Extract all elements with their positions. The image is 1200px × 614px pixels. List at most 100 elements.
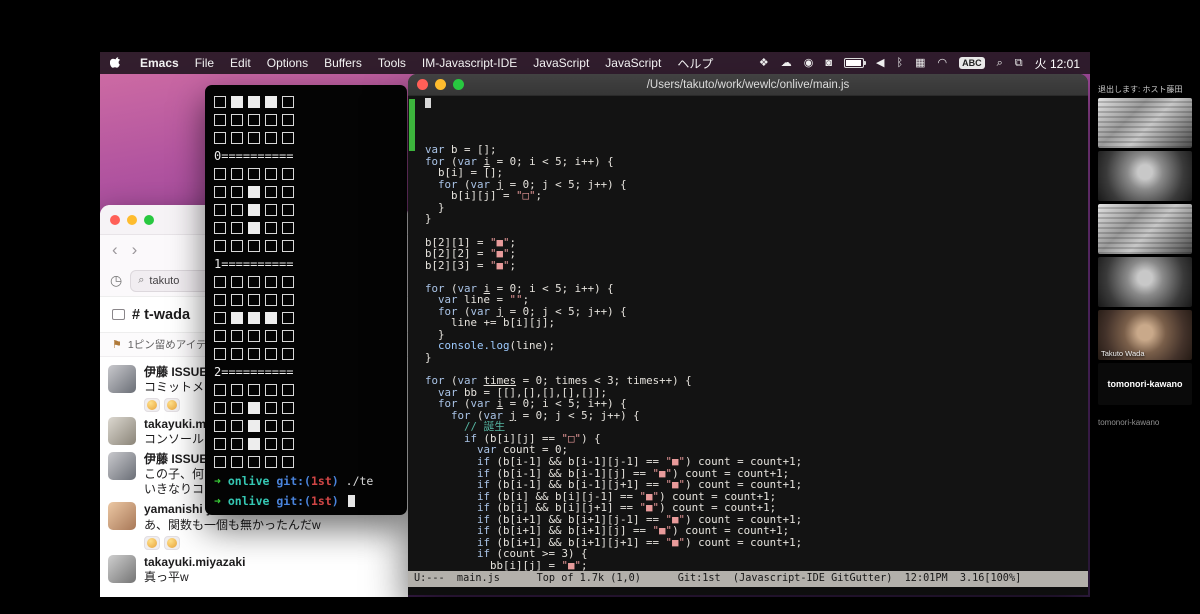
dropbox-icon[interactable]: ❖ (759, 52, 769, 74)
empty-cell (231, 402, 243, 414)
search-icon[interactable]: ⌕ (997, 52, 1003, 74)
cloud-icon[interactable]: ☁ (781, 52, 792, 74)
volume-icon[interactable]: ◀ (876, 52, 884, 74)
filled-cell (248, 438, 260, 450)
generation-label: 0========== (214, 149, 294, 163)
message-text: 真っ平w (144, 570, 189, 584)
participant-tile[interactable] (1098, 257, 1192, 307)
wifi-icon[interactable]: ◠ (937, 52, 947, 74)
code-line: } (425, 200, 445, 214)
input-source-badge[interactable]: ABC (959, 57, 985, 69)
empty-cell (265, 330, 277, 342)
avatar[interactable] (108, 417, 136, 445)
participant-tile[interactable] (1098, 151, 1192, 201)
empty-cell (265, 222, 277, 234)
reaction-emoji[interactable] (164, 398, 180, 412)
control-center-icon[interactable]: ⧉ (1015, 52, 1023, 74)
menu-1[interactable]: File (195, 56, 214, 70)
close-button[interactable] (417, 79, 428, 90)
bluetooth-icon[interactable]: ᛒ (896, 52, 903, 74)
empty-cell (231, 456, 243, 468)
filled-cell (248, 420, 260, 432)
filled-cell (248, 402, 260, 414)
emacs-window[interactable]: /Users/takuto/work/wewlc/onlive/main.js … (408, 74, 1088, 595)
code-area[interactable]: var b = []; for (var i = 0; i < 5; i++) {… (425, 98, 1088, 571)
avatar[interactable] (108, 502, 136, 530)
keyboard-icon[interactable]: ▦ (915, 52, 925, 74)
forward-arrow-icon[interactable]: › (132, 240, 138, 260)
participant-tile[interactable]: tomonori-kawano (1098, 363, 1192, 405)
menu-2[interactable]: Edit (230, 56, 251, 70)
reaction-emoji[interactable] (144, 536, 160, 550)
filled-cell (248, 186, 260, 198)
menu-app[interactable]: Emacs (140, 56, 179, 70)
menu-7[interactable]: JavaScript (533, 56, 589, 70)
scrollbar-thumb[interactable] (409, 99, 415, 151)
terminal-window[interactable]: 0========== 1========== 2========== ➜ onliv… (205, 85, 407, 515)
minimize-button[interactable] (127, 214, 137, 225)
text-cursor (425, 98, 431, 108)
code-line: if (b[i] && b[i][j+1] == "■") count = co… (477, 501, 777, 515)
empty-cell (265, 114, 277, 126)
participant-tile[interactable]: Takuto Wada (1098, 310, 1192, 360)
message-author[interactable]: takayuki.m (144, 417, 206, 431)
shell-prompt[interactable]: ➜ onlive git:(1st) ./te (214, 471, 407, 491)
reaction-row (144, 536, 402, 550)
emacs-buffer[interactable]: var b = []; for (var i = 0; i < 5; i++) {… (408, 96, 1088, 571)
shell-prompt[interactable]: ➜ onlive git:(1st) (214, 491, 407, 511)
empty-cell (231, 276, 243, 288)
message-author[interactable]: takayuki.miyazaki (144, 555, 245, 569)
menubar: Emacs File Edit Options Buffers Tools IM-Javas… (100, 52, 1090, 74)
empty-cell (231, 330, 243, 342)
empty-cell (214, 222, 226, 234)
history-clock-icon[interactable]: ◷ (110, 272, 122, 289)
menubar-clock[interactable]: 火 12:01 (1035, 55, 1080, 72)
minimize-button[interactable] (435, 79, 446, 90)
message-author[interactable]: 伊藤 ISSUE (144, 365, 207, 379)
menu-6[interactable]: IM-Javascript-IDE (422, 56, 517, 70)
empty-cell (248, 240, 260, 252)
empty-cell (214, 186, 226, 198)
empty-cell (248, 330, 260, 342)
menu-4[interactable]: Buffers (324, 56, 362, 70)
shield-icon[interactable]: ◙ (825, 52, 832, 74)
battery-icon[interactable] (844, 58, 866, 68)
empty-cell (231, 420, 243, 432)
emacs-modeline: U:--- main.js Top of 1.7k (1,0) Git:1st … (408, 571, 1088, 587)
menu-5[interactable]: Tools (378, 56, 406, 70)
code-line: b[i][j] = "□"; (425, 189, 543, 203)
avatar[interactable] (108, 365, 136, 393)
channel-name[interactable]: # t-wada (132, 307, 190, 323)
message-author[interactable]: 伊藤 ISSUE (144, 452, 207, 466)
menu-8[interactable]: JavaScript (605, 56, 661, 70)
participant-tile[interactable] (1098, 98, 1192, 148)
host-banner: 退出します: ホスト藤田 (1098, 85, 1183, 94)
empty-cell (214, 402, 226, 414)
empty-cell (282, 312, 294, 324)
participant-tile[interactable] (1098, 204, 1192, 254)
close-button[interactable] (110, 214, 120, 225)
empty-cell (282, 114, 294, 126)
code-line (425, 98, 1088, 110)
reaction-emoji[interactable] (144, 398, 160, 412)
zoom-button[interactable] (144, 214, 154, 225)
avatar[interactable] (108, 452, 136, 480)
code-line: b[2][1] = "■"; (425, 235, 517, 249)
empty-cell (214, 294, 226, 306)
life-grid-row (214, 381, 407, 399)
empty-cell (214, 438, 226, 450)
empty-cell (282, 348, 294, 360)
zoom-button[interactable] (453, 79, 464, 90)
record-icon[interactable]: ◉ (804, 52, 814, 74)
reaction-emoji[interactable] (164, 536, 180, 550)
menu-9[interactable]: ヘルプ (677, 55, 713, 72)
video-conference-sidebar: 退出します: ホスト藤田 Takuto Wada tomonori-kawano … (1090, 52, 1200, 597)
search-icon: ⌕ (138, 274, 145, 286)
avatar[interactable] (108, 555, 136, 583)
apple-icon[interactable] (109, 52, 122, 74)
menu-3[interactable]: Options (267, 56, 308, 70)
back-arrow-icon[interactable]: ‹ (112, 240, 118, 260)
